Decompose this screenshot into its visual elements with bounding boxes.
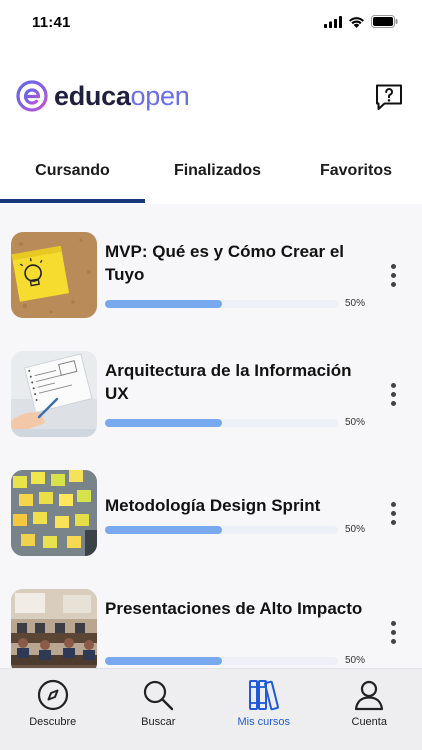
bottom-navigation: Descubre Buscar Mis cursos Cuenta: [0, 668, 422, 750]
wifi-icon: [349, 16, 364, 28]
course-item[interactable]: MVP: Qué es y Cómo Crear el Tuyo 50%: [0, 218, 422, 318]
nav-label: Buscar: [141, 716, 176, 728]
books-icon: [248, 680, 279, 711]
compass-icon: [37, 679, 68, 711]
nav-cuenta[interactable]: Cuenta: [317, 669, 422, 750]
status-time: 11:41: [32, 14, 71, 31]
progress-percent: 50%: [345, 417, 366, 428]
more-dot: [390, 264, 396, 269]
more-dot: [390, 621, 396, 626]
more-dot: [390, 282, 396, 287]
course-thumbnail: [11, 470, 97, 556]
progress-bar: [105, 526, 338, 534]
sticky-notes-wall-image: [11, 470, 97, 556]
progress-percent: 50%: [345, 655, 366, 666]
more-dot: [390, 502, 396, 507]
sticky-note-lightbulb-image: [11, 232, 97, 318]
tab-cursando[interactable]: Cursando: [0, 142, 145, 200]
course-title: Presentaciones de Alto Impacto: [105, 599, 363, 618]
search-icon: [144, 680, 174, 711]
notebook-sketching-image: [11, 351, 97, 437]
progress-percent: 50%: [345, 524, 366, 535]
more-dot: [390, 511, 396, 516]
progress-fill: [105, 300, 222, 308]
tab-finalizados[interactable]: Finalizados: [145, 142, 290, 200]
more-options-button[interactable]: [384, 621, 402, 651]
progress-bar: [105, 419, 338, 427]
nav-mis-cursos[interactable]: Mis cursos: [211, 669, 317, 750]
nav-buscar[interactable]: Buscar: [106, 669, 212, 750]
course-item[interactable]: Metodología Design Sprint 50%: [0, 456, 422, 556]
more-options-button[interactable]: [384, 264, 402, 294]
logo-e-icon: [16, 80, 48, 112]
logo-word-open: open: [130, 80, 190, 111]
logo-text: educaopen: [54, 80, 190, 112]
app-header: educaopen: [0, 60, 422, 140]
battery-icon: [371, 15, 398, 28]
progress-fill: [105, 526, 222, 534]
more-dot: [390, 630, 396, 635]
logo-word-educa: educa: [54, 80, 131, 111]
course-title: Metodología Design Sprint: [105, 496, 321, 515]
course-thumbnail: [11, 351, 97, 437]
course-list: MVP: Qué es y Cómo Crear el Tuyo 50% Arq…: [0, 204, 422, 668]
user-icon: [355, 680, 384, 711]
more-dot: [390, 392, 396, 397]
progress-bar: [105, 657, 338, 665]
course-title: MVP: Qué es y Cómo Crear el Tuyo: [105, 242, 345, 284]
educaopen-logo: educaopen: [16, 80, 190, 112]
nav-label: Descubre: [29, 716, 77, 728]
nav-label: Mis cursos: [237, 716, 291, 728]
course-tabs: Cursando Finalizados Favoritos: [0, 142, 422, 204]
signal-icon: [324, 15, 342, 28]
progress-fill: [105, 419, 222, 427]
progress-fill: [105, 657, 222, 665]
more-dot: [390, 401, 396, 406]
course-thumbnail: [11, 589, 97, 668]
more-dot: [390, 273, 396, 278]
more-options-button[interactable]: [384, 383, 402, 413]
course-item[interactable]: Arquitectura de la Información UX 50%: [0, 337, 422, 437]
tab-favoritos[interactable]: Favoritos: [290, 142, 422, 200]
nav-label: Cuenta: [351, 716, 387, 728]
progress-bar: [105, 300, 338, 308]
course-thumbnail: [11, 232, 97, 318]
question-bubble-icon: [376, 84, 402, 110]
nav-descubre[interactable]: Descubre: [0, 669, 106, 750]
status-bar: 11:41: [0, 0, 422, 44]
more-dot: [390, 520, 396, 525]
help-button[interactable]: [374, 82, 404, 112]
classroom-image: [11, 589, 97, 668]
more-options-button[interactable]: [384, 502, 402, 532]
course-item[interactable]: Presentaciones de Alto Impacto 50%: [0, 575, 422, 668]
status-icons: [324, 15, 398, 28]
progress-percent: 50%: [345, 298, 366, 309]
more-dot: [390, 639, 396, 644]
course-title: Arquitectura de la Información UX: [105, 361, 352, 403]
more-dot: [390, 383, 396, 388]
active-tab-indicator: [0, 199, 145, 203]
